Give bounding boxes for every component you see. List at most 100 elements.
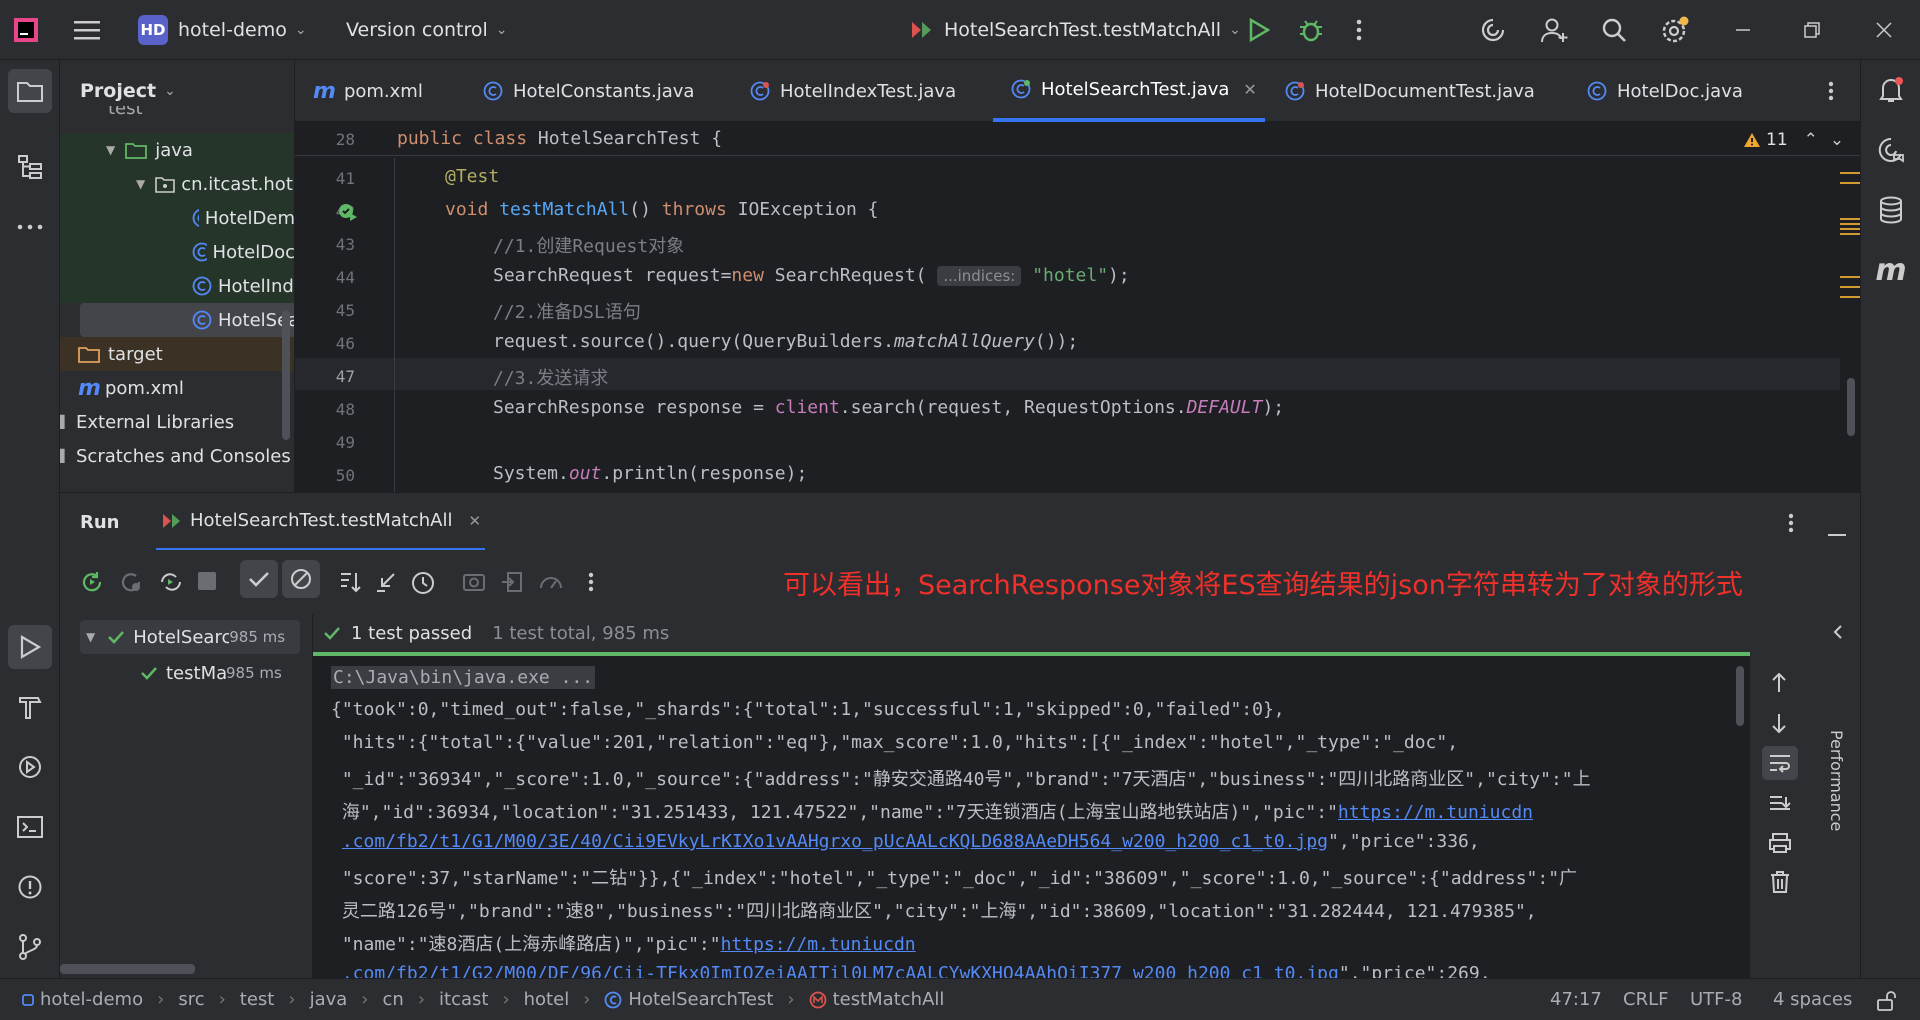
- breadcrumb-item[interactable]: hotel-demo: [40, 989, 143, 1010]
- breadcrumb-item[interactable]: itcast: [439, 989, 488, 1010]
- code-editor[interactable]: 28 41 42 43 44 45 46 47 48 49 50 public …: [295, 122, 1860, 492]
- breadcrumb-item[interactable]: testMatchAll: [833, 989, 945, 1010]
- project-folder-icon[interactable]: [8, 69, 52, 113]
- print-icon[interactable]: [1768, 832, 1792, 859]
- more-tools-icon[interactable]: [8, 205, 52, 249]
- trash-icon[interactable]: [1770, 870, 1790, 899]
- search-icon[interactable]: [1601, 0, 1627, 60]
- rerun-icon[interactable]: [80, 570, 104, 599]
- toggle-auto-test-icon[interactable]: [158, 570, 184, 599]
- breadcrumb-item[interactable]: HotelSearchTest: [628, 989, 773, 1010]
- show-passed-toggle[interactable]: [240, 560, 278, 598]
- tree-item-class-selected[interactable]: HotelSea: [80, 303, 294, 337]
- arrow-down-icon[interactable]: [1770, 712, 1788, 739]
- sort-icon[interactable]: [338, 570, 362, 599]
- database-icon[interactable]: [1869, 188, 1913, 232]
- soft-wrap-icon[interactable]: [1762, 746, 1798, 780]
- console-link[interactable]: https://m.tuniucdn: [1338, 802, 1533, 823]
- editor-scrollbar[interactable]: [1847, 378, 1855, 436]
- tabs-more-icon[interactable]: [1828, 60, 1834, 122]
- tab-pom-xml[interactable]: m pom.xml: [313, 60, 423, 122]
- tree-item-java[interactable]: ▼ java: [60, 133, 294, 167]
- tree-item-scratches[interactable]: ▌ Scratches and Consoles: [60, 439, 294, 473]
- breadcrumb-item[interactable]: src: [178, 989, 204, 1010]
- minimize-icon[interactable]: [1735, 0, 1751, 60]
- close-tab-icon[interactable]: ✕: [469, 512, 482, 530]
- test-suite-node[interactable]: ▼ HotelSearc 985 ms: [80, 620, 300, 654]
- collapse-all-icon[interactable]: [374, 570, 398, 599]
- run-button[interactable]: [1248, 0, 1270, 60]
- show-ignored-toggle[interactable]: [282, 560, 320, 598]
- tree-item-test[interactable]: test: [60, 106, 294, 130]
- maven-icon[interactable]: m: [1869, 248, 1913, 292]
- settings-gear-icon[interactable]: [1660, 0, 1690, 60]
- hide-panel-icon[interactable]: [1828, 521, 1846, 542]
- tree-item-package[interactable]: ▼ cn.itcast.hot: [60, 167, 294, 201]
- scroll-to-end-icon[interactable]: [1768, 794, 1792, 821]
- run-tool-icon[interactable]: [8, 625, 52, 669]
- arrow-up-icon[interactable]: [1770, 672, 1788, 699]
- console-output[interactable]: C:\Java\bin\java.exe ... {"took":0,"time…: [313, 660, 1750, 978]
- breadcrumb-item[interactable]: cn: [383, 989, 404, 1010]
- unlock-icon[interactable]: [1876, 991, 1896, 1016]
- caret-position[interactable]: 47:17: [1550, 989, 1602, 1010]
- more-actions-icon[interactable]: [1356, 0, 1362, 60]
- restore-icon[interactable]: [1804, 0, 1820, 60]
- console-link[interactable]: https://m.tuniucdn: [721, 934, 916, 955]
- console-link[interactable]: .com/fb2/t1/G1/M00/3E/40/Cii9EVkyLrKIXo1…: [342, 831, 1328, 852]
- debug-button[interactable]: [1298, 0, 1324, 60]
- services-icon[interactable]: [8, 745, 52, 789]
- console-scrollbar[interactable]: [1736, 666, 1744, 726]
- tab-hotel-index-test[interactable]: HotelIndexTest.java: [750, 60, 956, 122]
- close-tab-icon[interactable]: ✕: [1243, 80, 1256, 99]
- breadcrumb-item[interactable]: test: [240, 989, 275, 1010]
- tree-item-target[interactable]: target: [60, 337, 294, 371]
- tree-item-external-libraries[interactable]: ▌ External Libraries: [60, 405, 294, 439]
- project-selector[interactable]: HD hotel-demo ⌄: [138, 0, 307, 60]
- notifications-bell-icon[interactable]: [1869, 68, 1913, 112]
- run-tab[interactable]: HotelSearchTest.testMatchAll ✕: [156, 493, 486, 551]
- console-link[interactable]: .com/fb2/t1/G2/M00/DF/96/Cii-TFkx0ImIQZe…: [342, 963, 1339, 978]
- indent-setting[interactable]: 4 spaces: [1773, 989, 1852, 1010]
- scrollbar[interactable]: [60, 964, 195, 974]
- breadcrumb-item[interactable]: java: [310, 989, 348, 1010]
- test-method-node[interactable]: testMat 985 ms: [140, 656, 282, 690]
- vcs-menu[interactable]: Version control ⌄: [346, 0, 508, 60]
- problems-icon[interactable]: [8, 865, 52, 909]
- build-hammer-icon[interactable]: [8, 685, 52, 729]
- chevron-up-icon[interactable]: ⌃: [1804, 130, 1818, 150]
- ai-assistant-icon[interactable]: [1480, 0, 1506, 60]
- structure-icon[interactable]: [8, 145, 52, 189]
- warning-marker[interactable]: [1840, 286, 1860, 288]
- warning-marker[interactable]: [1840, 276, 1860, 278]
- breadcrumb-item[interactable]: hotel: [524, 989, 570, 1010]
- run-test-gutter-icon[interactable]: [337, 201, 359, 228]
- git-icon[interactable]: [8, 925, 52, 969]
- tab-hotel-search-test[interactable]: HotelSearchTest.java ✕: [993, 60, 1265, 122]
- tab-hotel-doc[interactable]: HotelDoc.java: [1587, 60, 1743, 122]
- tab-hotel-constants[interactable]: HotelConstants.java: [483, 60, 694, 122]
- warning-marker[interactable]: [1840, 182, 1860, 184]
- terminal-icon[interactable]: [8, 805, 52, 849]
- main-menu-icon[interactable]: [74, 0, 100, 60]
- tree-item-class[interactable]: HotelDem: [60, 201, 294, 235]
- inspections-widget[interactable]: 11 ⌃ ⌄: [1743, 130, 1844, 150]
- chevron-down-icon[interactable]: ⌄: [1830, 130, 1844, 150]
- scrollbar[interactable]: [282, 310, 290, 440]
- tree-item-pom[interactable]: m pom.xml: [60, 371, 294, 405]
- ai-chat-icon[interactable]: [1869, 128, 1913, 172]
- history-icon[interactable]: [410, 570, 436, 601]
- chevron-left-icon[interactable]: [1833, 624, 1843, 645]
- tree-item-class[interactable]: HotelInd: [60, 269, 294, 303]
- warning-marker[interactable]: [1840, 296, 1860, 298]
- more-options-icon[interactable]: [588, 572, 594, 597]
- warning-marker[interactable]: [1840, 172, 1860, 174]
- line-separator[interactable]: CRLF: [1623, 989, 1668, 1010]
- tree-item-class[interactable]: HotelDoc: [60, 235, 294, 269]
- warning-marker[interactable]: [1840, 218, 1860, 236]
- file-encoding[interactable]: UTF-8: [1690, 989, 1742, 1010]
- options-icon[interactable]: [1788, 513, 1794, 538]
- add-user-icon[interactable]: [1541, 0, 1569, 60]
- close-window-icon[interactable]: [1876, 0, 1892, 60]
- tab-hotel-document-test[interactable]: HotelDocumentTest.java: [1285, 60, 1535, 122]
